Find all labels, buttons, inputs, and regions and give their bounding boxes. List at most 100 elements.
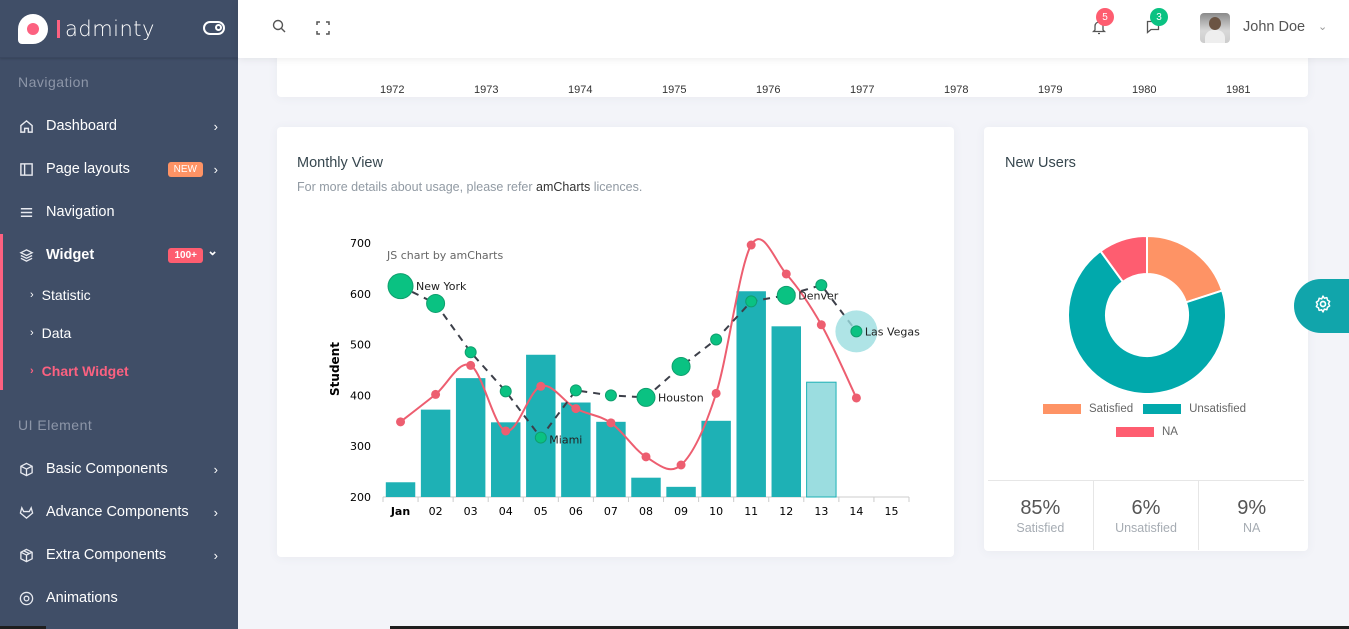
sidebar-subitem-chart-widget[interactable]: › Chart Widget xyxy=(30,356,129,386)
sidebar-item-label: Advance Components xyxy=(46,504,189,520)
legend-label: NA xyxy=(1162,426,1178,438)
sidebar-item-label: Page layouts xyxy=(46,161,130,177)
x-tick-label: 1975 xyxy=(662,84,687,96)
chevron-down-icon[interactable]: ⌄ xyxy=(1318,20,1327,33)
stat-value: 6% xyxy=(1131,497,1161,519)
x-tick-label: 13 xyxy=(814,505,828,518)
settings-toggle-button[interactable] xyxy=(1294,279,1349,333)
chevron-right-icon: › xyxy=(30,289,34,301)
bubble-point xyxy=(710,333,723,346)
chart-credit[interactable]: JS chart by amCharts xyxy=(386,249,503,262)
x-tick-label: 11 xyxy=(744,505,758,518)
stat-satisfied: 85% Satisfied xyxy=(988,481,1094,550)
brand-name: adminty xyxy=(65,16,155,41)
search-icon[interactable] xyxy=(272,19,286,38)
sidebar-subitem-data[interactable]: › Data xyxy=(30,318,71,348)
red-line-point xyxy=(396,417,406,427)
sidebar-item-advance-components[interactable]: Advance Components › xyxy=(0,494,238,530)
chevron-right-icon: › xyxy=(213,161,218,177)
bubble-point xyxy=(815,279,828,292)
sidebar-item-animations[interactable]: Animations xyxy=(0,580,238,616)
gitlab-icon xyxy=(18,504,34,520)
brand: adminty xyxy=(0,0,238,58)
bar xyxy=(455,378,486,497)
sidebar-item-label: Extra Components xyxy=(46,547,167,563)
sidebar-item-page-layouts[interactable]: Page layouts NEW › xyxy=(0,151,238,187)
red-line-point xyxy=(606,418,616,428)
x-tick-label: 08 xyxy=(639,505,653,518)
x-tick-label: 02 xyxy=(429,505,443,518)
red-line-point xyxy=(781,269,791,279)
logo-icon xyxy=(18,13,48,44)
x-tick-label: 12 xyxy=(779,505,793,518)
stat-na: 9% NA xyxy=(1199,481,1304,550)
stat-label: Unsatisfied xyxy=(1115,521,1177,535)
section-label-navigation: Navigation xyxy=(18,74,90,90)
gear-icon xyxy=(1313,294,1333,319)
bubble-point xyxy=(534,431,547,444)
bar xyxy=(526,354,556,497)
chevron-right-icon: › xyxy=(213,547,218,563)
new-users-donut-chart xyxy=(1067,234,1227,395)
sidebar-item-label: Animations xyxy=(46,590,118,606)
sidebar-item-dashboard[interactable]: Dashboard › xyxy=(0,108,238,144)
x-tick-label: 15 xyxy=(884,505,898,518)
sidebar-item-extra-components[interactable]: Extra Components › xyxy=(0,537,238,573)
sidebar-item-label: Widget xyxy=(46,247,95,263)
sidebar-subitem-label: Statistic xyxy=(41,287,91,303)
x-tick-label: 1977 xyxy=(850,84,875,96)
x-tick-label: 03 xyxy=(464,505,478,518)
bubble-label: Denver xyxy=(798,289,838,302)
bubble-label: Miami xyxy=(549,434,582,447)
x-tick-label: 1980 xyxy=(1132,84,1157,96)
red-line-point xyxy=(431,389,441,399)
bar xyxy=(771,326,801,497)
red-line-point xyxy=(641,452,651,462)
red-line-point xyxy=(851,393,861,403)
sidebar-item-label: Dashboard xyxy=(46,118,117,134)
bar xyxy=(631,477,661,497)
bubble-point xyxy=(604,389,617,402)
section-label-ui-element: UI Element xyxy=(18,417,93,433)
menu-icon xyxy=(18,204,34,220)
sidebar-item-navigation[interactable]: Navigation xyxy=(0,194,238,230)
sidebar-subitem-label: Data xyxy=(41,325,72,341)
y-tick-label: 400 xyxy=(350,389,371,402)
y-axis: 200 300 400 500 600 700 xyxy=(350,237,371,504)
new-badge: NEW xyxy=(167,161,203,177)
sidebar: adminty Navigation Dashboard › Page layo… xyxy=(0,0,238,629)
red-line-point xyxy=(501,426,511,436)
y-tick-label: 500 xyxy=(350,339,371,352)
top-header: 5 3 John Doe ⌄ xyxy=(238,0,1349,58)
legend-label: Satisfied xyxy=(1089,403,1134,415)
donut-slice-satisfied[interactable] xyxy=(1146,234,1224,304)
legend-swatch xyxy=(1043,404,1081,414)
x-tick-label: 14 xyxy=(849,505,863,518)
x-tick-label: 1981 xyxy=(1226,84,1251,96)
chevron-right-icon: › xyxy=(30,365,34,377)
user-name[interactable]: John Doe xyxy=(1243,19,1305,35)
y-tick-label: 700 xyxy=(350,237,371,250)
y-axis-title: Student xyxy=(328,342,342,396)
legend-swatch xyxy=(1143,404,1182,414)
stat-unsatisfied: 6% Unsatisfied xyxy=(1094,481,1200,550)
layers-icon xyxy=(18,247,34,263)
chevron-right-icon: › xyxy=(213,504,218,520)
x-tick-label: Jan xyxy=(390,505,410,518)
y-tick-label: 600 xyxy=(350,288,371,301)
card-title: New Users xyxy=(1005,155,1076,171)
x-tick-label: 1976 xyxy=(756,84,781,96)
bar xyxy=(385,482,416,497)
fullscreen-icon[interactable] xyxy=(316,21,330,40)
sidebar-item-basic-components[interactable]: Basic Components › xyxy=(0,451,238,487)
user-avatar[interactable] xyxy=(1200,13,1230,43)
sidebar-subitem-statistic[interactable]: › Statistic xyxy=(30,280,91,310)
chevron-right-icon: › xyxy=(213,118,218,134)
logo-divider xyxy=(57,19,60,38)
bubble-label: Houston xyxy=(658,391,704,404)
bar xyxy=(420,409,451,497)
sidebar-item-widget[interactable]: Widget 100+ ⌄ xyxy=(0,237,238,273)
sidebar-layout-icon xyxy=(18,161,34,177)
x-tick-label: 1974 xyxy=(568,84,593,96)
sidebar-toggle-icon[interactable] xyxy=(203,21,225,35)
